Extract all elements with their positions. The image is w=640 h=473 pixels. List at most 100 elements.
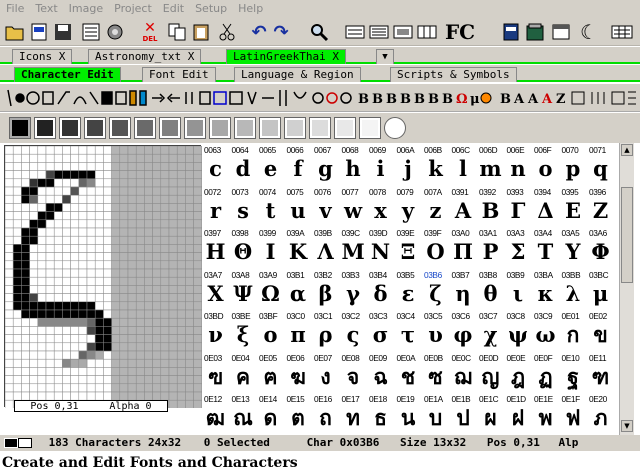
char-cell[interactable]: 0E10 ฐ [562, 352, 585, 393]
char-cell[interactable]: 039E Ξ [397, 227, 420, 268]
char-cell[interactable]: 006E n [507, 144, 530, 185]
char-cell[interactable]: 03C1 ρ [314, 310, 337, 351]
char-cell[interactable]: 006D m [479, 144, 502, 185]
char-cell[interactable]: 0393 Γ [507, 186, 530, 227]
menu-edit[interactable]: Edit [157, 2, 189, 15]
char-cell[interactable]: 03B7 η [452, 269, 475, 310]
tab-astronomy[interactable]: Astronomy_txt X [88, 49, 202, 64]
char-cell[interactable]: 039F Ο [424, 227, 447, 268]
color-swatch[interactable] [59, 117, 81, 139]
color-swatch[interactable] [109, 117, 131, 139]
char-cell[interactable]: 007A z [424, 186, 447, 227]
color-swatch[interactable] [234, 117, 256, 139]
char-cell[interactable]: 0069 i [369, 144, 392, 185]
char-cell[interactable]: 0397 Η [204, 227, 227, 268]
color-swatch[interactable] [284, 117, 306, 139]
char-cell[interactable]: 03B3 γ [342, 269, 365, 310]
color-swatch[interactable] [259, 117, 281, 139]
archive-icon[interactable] [524, 19, 546, 45]
char-cell[interactable]: 0E1F ฟ [562, 393, 585, 434]
char-cell[interactable]: 0065 e [259, 144, 282, 185]
char-cell[interactable]: 0E0C ฌ [452, 352, 475, 393]
delete-button[interactable]: ✕ DEL [138, 19, 162, 45]
color-swatch[interactable] [159, 117, 181, 139]
char-cell[interactable]: 0E1A บ [424, 393, 447, 434]
char-cell[interactable]: 03A8 Ψ [232, 269, 255, 310]
char-cell[interactable]: 0E0D ญ [479, 352, 502, 393]
char-cell[interactable]: 039B Λ [314, 227, 337, 268]
char-cell[interactable]: 0066 f [287, 144, 310, 185]
char-cell[interactable]: 03A6 Φ [589, 227, 612, 268]
tab-language-region[interactable]: Language & Region [234, 67, 361, 82]
char-cell[interactable]: 0E1D ฝ [507, 393, 530, 434]
search-icon[interactable] [308, 19, 330, 45]
menu-setup[interactable]: Setup [189, 2, 232, 15]
color-swatch[interactable] [359, 117, 381, 139]
tab-icons[interactable]: Icons X [12, 49, 73, 64]
color-swatch[interactable] [134, 117, 156, 139]
char-cell[interactable]: 03C5 υ [424, 310, 447, 351]
color-swatch[interactable] [209, 117, 231, 139]
char-cell[interactable]: 0064 d [232, 144, 255, 185]
char-cell[interactable]: 03A1 Ρ [479, 227, 502, 268]
char-cell[interactable]: 0E0F ฏ [534, 352, 557, 393]
char-cell[interactable]: 03A9 Ω [259, 269, 282, 310]
font-table-icon[interactable] [416, 19, 438, 45]
char-cell[interactable]: 006C l [452, 144, 475, 185]
open-folder-icon[interactable] [4, 19, 26, 45]
char-cell[interactable]: 0075 u [287, 186, 310, 227]
char-cell[interactable]: 0E09 ฉ [369, 352, 392, 393]
char-cell[interactable]: 0E17 ท [342, 393, 365, 434]
char-cell[interactable]: 03C9 ω [534, 310, 557, 351]
grid-scrollbar[interactable]: ▲ ▼ [619, 143, 634, 435]
char-cell[interactable]: 03BB λ [562, 269, 585, 310]
char-cell[interactable]: 03B5 ε [397, 269, 420, 310]
char-cell[interactable]: 0063 c [204, 144, 227, 185]
paste-icon[interactable] [190, 19, 212, 45]
char-cell[interactable]: 0076 v [314, 186, 337, 227]
char-cell[interactable]: 0E0B ซ [424, 352, 447, 393]
char-cell[interactable]: 0071 q [589, 144, 612, 185]
char-cell[interactable]: 03C2 ς [342, 310, 365, 351]
char-cell[interactable]: 0E13 ณ [232, 393, 255, 434]
char-cell[interactable]: 03B8 θ [479, 269, 502, 310]
char-cell[interactable]: 006B k [424, 144, 447, 185]
transparent-swatch[interactable] [384, 117, 406, 139]
color-swatch[interactable] [334, 117, 356, 139]
font-preview-icon[interactable] [392, 19, 414, 45]
tab-scripts-symbols[interactable]: Scripts & Symbols [390, 67, 517, 82]
moon-icon[interactable]: ☾ [578, 19, 600, 45]
char-cell[interactable]: 03C8 ψ [507, 310, 530, 351]
tab-font-edit[interactable]: Font Edit [142, 67, 216, 82]
char-cell[interactable]: 0E1B ป [452, 393, 475, 434]
drawing-tool-icons[interactable]: BBB BBB BΩ μ BAA AZ [0, 84, 640, 112]
char-cell[interactable]: 0E16 ถ [314, 393, 337, 434]
char-cell[interactable]: 0E20 ภ [589, 393, 612, 434]
char-cell[interactable]: 0E07 ง [314, 352, 337, 393]
char-cell[interactable]: 03C6 φ [452, 310, 475, 351]
char-cell[interactable]: 03BD ν [204, 310, 227, 351]
redo-icon[interactable]: ↷ [270, 19, 292, 45]
settings-icon[interactable] [104, 19, 126, 45]
char-cell[interactable]: 0074 t [259, 186, 282, 227]
char-cell[interactable]: 03C4 τ [397, 310, 420, 351]
char-cell[interactable]: 0E06 ฆ [287, 352, 310, 393]
char-cell[interactable]: 0E18 ธ [369, 393, 392, 434]
char-cell[interactable]: 03BC μ [589, 269, 612, 310]
char-cell[interactable]: 0392 Β [479, 186, 502, 227]
font-grid-icon[interactable] [344, 19, 366, 45]
char-cell[interactable]: 0E02 ข [589, 310, 612, 351]
book-icon[interactable] [500, 19, 522, 45]
window-icon[interactable] [550, 19, 572, 45]
char-cell[interactable]: 039A Κ [287, 227, 310, 268]
menu-image[interactable]: Image [63, 2, 108, 15]
char-cell[interactable]: 0E19 น [397, 393, 420, 434]
font-char-button[interactable]: FC [442, 19, 478, 45]
copy-icon[interactable] [166, 19, 188, 45]
char-cell[interactable]: 0E04 ค [232, 352, 255, 393]
char-cell[interactable]: 03A3 Σ [507, 227, 530, 268]
char-cell[interactable]: 0E12 ฒ [204, 393, 227, 434]
menu-help[interactable]: Help [232, 2, 268, 15]
menu-file[interactable]: File [0, 2, 29, 15]
scroll-thumb[interactable] [621, 187, 633, 283]
